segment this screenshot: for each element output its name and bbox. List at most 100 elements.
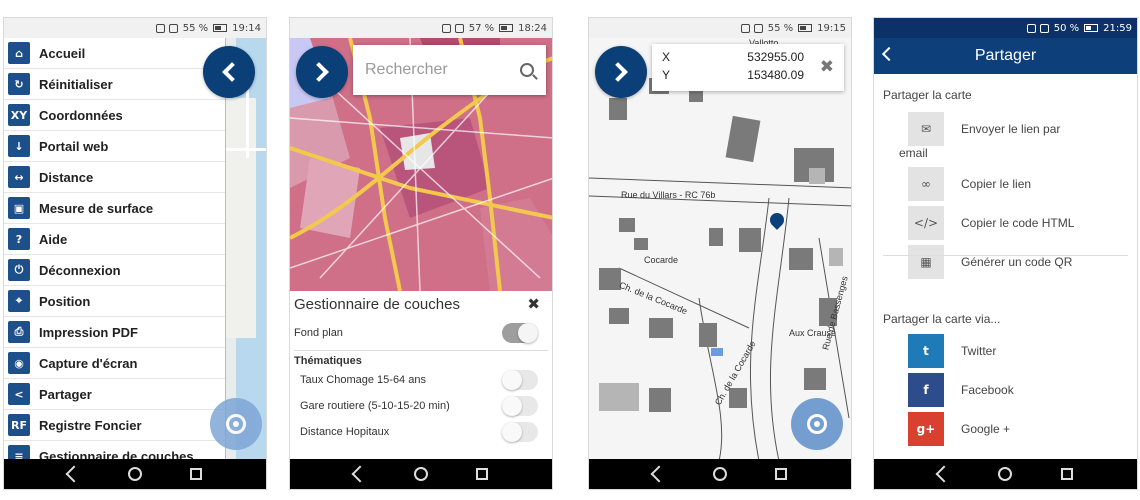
street-label: Rue du Villars - RC 76b xyxy=(621,190,716,200)
menu-item-label: Accueil xyxy=(39,45,86,61)
layer-row: Taux Chomage 15-64 ans xyxy=(294,367,548,393)
search-icon[interactable] xyxy=(520,63,534,77)
menu-item-capture-ecran[interactable]: ◉ Capture d'écran xyxy=(4,348,225,379)
layer-manager-panel: Gestionnaire de couches ✖ Fond plan Thém… xyxy=(290,291,552,459)
search-input[interactable] xyxy=(365,61,505,79)
phone-screen-share: 50 % 21:59 Partager Partager la carte ✉ … xyxy=(873,17,1138,490)
section-heading: Partager la carte via... xyxy=(883,312,1001,326)
battery-icon xyxy=(213,24,228,32)
share-item-label-extra: email xyxy=(899,146,928,160)
map-view[interactable]: Rue du Villars - RC 76b Ch. de la Cocard… xyxy=(589,38,851,459)
share-email-button[interactable]: ✉ Envoyer le lien par xyxy=(908,112,1060,146)
envelope-icon: ✉ xyxy=(908,112,944,146)
menu-item-label: Registre Foncier xyxy=(39,417,142,433)
chevron-right-icon xyxy=(309,62,329,82)
back-arrow-icon[interactable] xyxy=(881,46,897,62)
share-twitter-button[interactable]: t Twitter xyxy=(908,334,996,368)
map-view[interactable] xyxy=(226,38,266,459)
crosshair-icon xyxy=(226,414,246,434)
open-menu-button[interactable] xyxy=(296,46,348,98)
status-bar: 57 % 18:24 xyxy=(290,18,552,38)
google-plus-icon: g+ xyxy=(908,412,944,446)
menu-item-portail-web[interactable]: ↓ Portail web xyxy=(4,131,225,162)
share-facebook-button[interactable]: f Facebook xyxy=(908,373,1014,407)
menu-item-impression-pdf[interactable]: ⎙ Impression PDF xyxy=(4,317,225,348)
layer-toggle[interactable] xyxy=(502,370,538,390)
phone-screen-layers: 57 % 18:24 Rechercher Gestionnaire de co… xyxy=(289,17,553,490)
printer-icon: ⎙ xyxy=(8,321,30,343)
locate-me-button[interactable] xyxy=(791,398,843,450)
android-nav-bar xyxy=(589,459,851,489)
layer-row: Gare routiere (5-10-15-20 min) xyxy=(294,393,548,419)
menu-item-label: Aide xyxy=(39,231,68,247)
signal-icons xyxy=(1026,23,1049,33)
page-title: Partager xyxy=(974,47,1037,64)
menu-item-coordonnees[interactable]: XY Coordonnées xyxy=(4,100,225,131)
qr-icon: ▦ xyxy=(908,245,944,279)
thematic-header: Thématiques xyxy=(294,355,362,367)
share-content: Partager la carte ✉ Envoyer le lien par … xyxy=(874,74,1137,459)
position-icon: ⌖ xyxy=(8,290,30,312)
close-menu-button[interactable] xyxy=(203,46,255,98)
menu-item-partager[interactable]: < Partager xyxy=(4,379,225,410)
share-header: Partager xyxy=(874,38,1137,74)
clock: 21:59 xyxy=(1103,22,1132,34)
locate-me-button[interactable] xyxy=(210,398,262,450)
help-icon: ? xyxy=(8,228,30,250)
share-icon: < xyxy=(8,383,30,405)
menu-item-gestionnaire-couches[interactable]: ≡ Gestionnaire de couches xyxy=(4,441,225,459)
layer-label: Gare routiere (5-10-15-20 min) xyxy=(300,400,450,412)
chevron-left-icon xyxy=(222,62,242,82)
menu-item-accueil[interactable]: ⌂ Accueil xyxy=(4,38,225,69)
twitter-icon: t xyxy=(908,334,944,368)
layer-toggle[interactable] xyxy=(502,422,538,442)
open-menu-button[interactable] xyxy=(595,46,647,98)
generate-qr-button[interactable]: ▦ Générer un code QR xyxy=(908,245,1072,279)
reset-icon: ↻ xyxy=(8,73,30,95)
android-nav-bar xyxy=(4,459,266,489)
phone-screen-menu: 55 % 19:14 ⌂ Accueil ↻ Réinitialiser XY … xyxy=(3,17,267,490)
back-icon[interactable] xyxy=(65,465,83,483)
share-google-plus-button[interactable]: g+ Google + xyxy=(908,412,1010,446)
menu-item-label: Position xyxy=(39,293,91,309)
y-value: 153480.09 xyxy=(747,68,804,82)
recents-icon[interactable] xyxy=(775,468,787,480)
home-nav-icon[interactable] xyxy=(713,467,727,481)
power-icon: ⏻ xyxy=(8,259,30,281)
status-bar: 50 % 21:59 xyxy=(874,18,1137,38)
menu-item-position[interactable]: ⌖ Position xyxy=(4,286,225,317)
divider xyxy=(883,255,1128,256)
base-layer-toggle[interactable] xyxy=(502,322,538,343)
menu-item-reinitialiser[interactable]: ↻ Réinitialiser xyxy=(4,69,225,100)
copy-link-button[interactable]: ∞ Copier le lien xyxy=(908,167,1031,201)
battery-percent: 57 % xyxy=(468,22,495,34)
share-item-label: Générer un code QR xyxy=(961,255,1073,269)
home-nav-icon[interactable] xyxy=(998,467,1013,481)
link-icon: ∞ xyxy=(908,167,944,201)
crosshair-icon xyxy=(807,414,827,434)
home-nav-icon[interactable] xyxy=(128,467,142,481)
back-icon[interactable] xyxy=(351,465,369,483)
area-icon: ▣ xyxy=(8,197,30,219)
menu-item-deconnexion[interactable]: ⏻ Déconnexion xyxy=(4,255,225,286)
back-icon[interactable] xyxy=(650,465,668,483)
close-icon[interactable]: ✖ xyxy=(820,57,834,77)
share-item-label: Copier le code HTML xyxy=(961,216,1075,230)
back-icon[interactable] xyxy=(935,465,953,483)
menu-item-mesure-surface[interactable]: ▣ Mesure de surface xyxy=(4,193,225,224)
recents-icon[interactable] xyxy=(1060,468,1073,480)
layer-toggle[interactable] xyxy=(502,396,538,416)
home-nav-icon[interactable] xyxy=(414,467,428,481)
copy-html-button[interactable]: </> Copier le code HTML xyxy=(908,206,1074,240)
menu-item-aide[interactable]: ? Aide xyxy=(4,224,225,255)
home-icon: ⌂ xyxy=(8,42,30,64)
battery-icon xyxy=(499,24,514,32)
phone-screen-coordinates: 55 % 19:15 Rue du Villars - RC 76b Ch. d… xyxy=(588,17,852,490)
menu-item-distance[interactable]: ↔ Distance xyxy=(4,162,225,193)
recents-icon[interactable] xyxy=(190,468,202,480)
menu-item-label: Capture d'écran xyxy=(39,355,138,371)
menu-item-registre-foncier[interactable]: RF Registre Foncier xyxy=(4,410,225,441)
menu-item-label: Réinitialiser xyxy=(39,76,113,92)
close-icon[interactable]: ✖ xyxy=(527,295,540,313)
recents-icon[interactable] xyxy=(476,468,488,480)
